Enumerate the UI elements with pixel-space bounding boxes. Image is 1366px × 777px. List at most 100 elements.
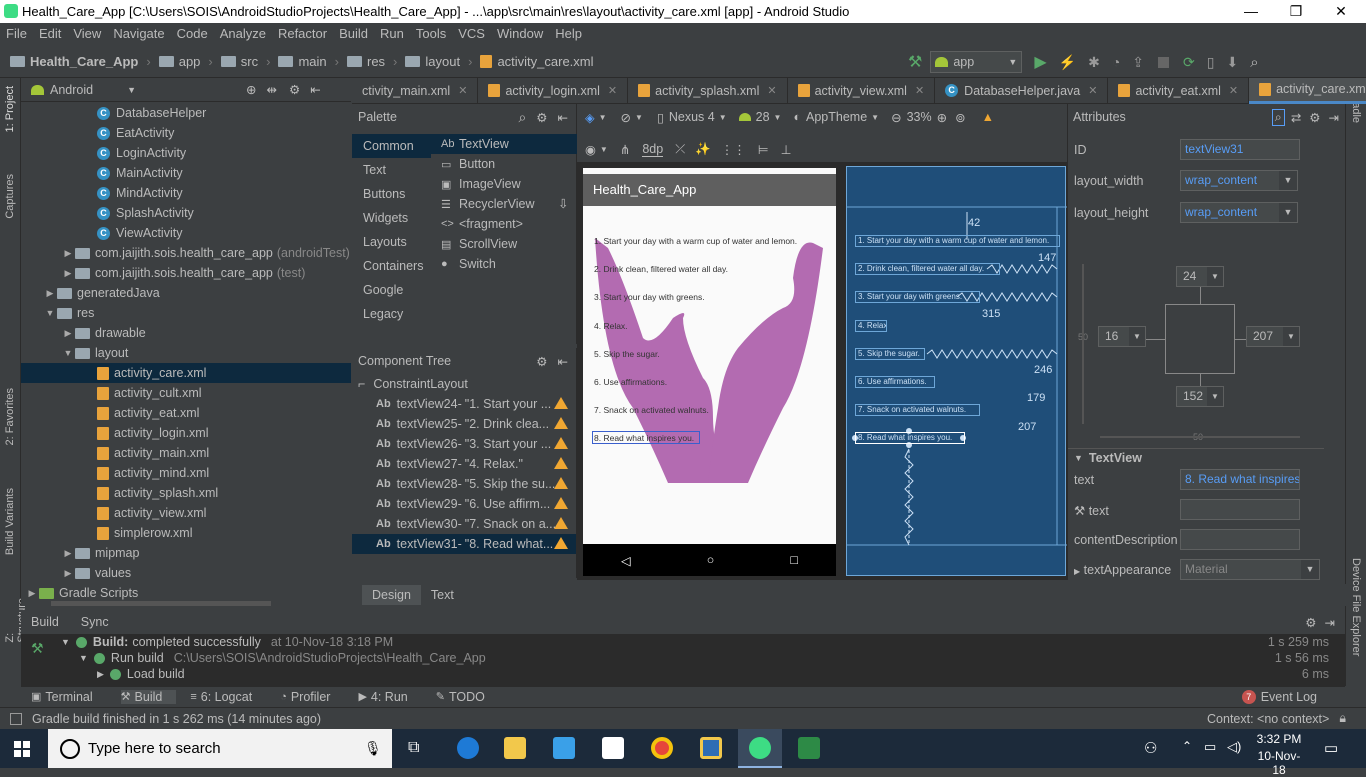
- palette-item[interactable]: Ab TextView: [431, 134, 577, 154]
- blueprint-textview[interactable]: 2. Drink clean, filtered water all day.: [855, 263, 1000, 276]
- chevron-down-icon[interactable]: ▼: [79, 653, 88, 663]
- close-tab-icon[interactable]: ✕: [767, 84, 776, 97]
- palette-item[interactable]: ● Switch: [431, 254, 577, 274]
- tree-item[interactable]: activity_login.xml: [21, 423, 351, 443]
- blueprint-textview[interactable]: 6. Use affirmations.: [855, 376, 935, 388]
- chevron-down-icon[interactable]: ▼: [599, 113, 607, 122]
- margin-right-select[interactable]: 207: [1246, 326, 1300, 347]
- tool-window-logcat[interactable]: ≡ 6: Logcat: [190, 690, 266, 704]
- palette-category-legacy[interactable]: Legacy: [352, 302, 431, 326]
- warning-icon[interactable]: [554, 517, 568, 529]
- infer-constraints-icon[interactable]: ✨: [695, 142, 711, 157]
- chevron-right-icon[interactable]: ▶: [61, 248, 75, 259]
- chevron-down-icon[interactable]: ▼: [774, 113, 782, 122]
- margin-value[interactable]: 8dp: [642, 142, 664, 157]
- breadcrumb-item[interactable]: layout ›: [405, 54, 472, 69]
- microphone-icon[interactable]: 🎙︎: [364, 740, 382, 757]
- clear-constraints-icon[interactable]: ⤫: [675, 142, 685, 157]
- pack-icon[interactable]: ⋮⋮: [721, 142, 746, 157]
- close-tab-icon[interactable]: ✕: [458, 84, 467, 97]
- chevron-right-icon[interactable]: ▶: [25, 588, 39, 599]
- tool-window-terminal[interactable]: ▣ Terminal: [31, 690, 107, 704]
- chevron-right-icon[interactable]: ▶: [61, 548, 75, 559]
- phone-textview[interactable]: 3. Start your day with greens.: [594, 292, 705, 302]
- horizontal-scrollbar[interactable]: [51, 601, 271, 606]
- apply-changes-icon[interactable]: ⚡: [1059, 54, 1076, 71]
- avd-manager-icon[interactable]: ▯: [1207, 54, 1215, 71]
- gear-icon[interactable]: ⚙: [536, 354, 547, 369]
- menu-analyze[interactable]: Analyze: [214, 23, 272, 45]
- chevron-down-icon[interactable]: ▼: [61, 348, 75, 358]
- warning-icon[interactable]: [554, 537, 568, 549]
- breadcrumb-item[interactable]: Health_Care_App ›: [10, 54, 151, 69]
- menu-help[interactable]: Help: [549, 23, 588, 45]
- phone-textview[interactable]: 6. Use affirmations.: [594, 377, 667, 387]
- tree-item[interactable]: activity_cult.xml: [21, 383, 351, 403]
- chevron-down-icon[interactable]: ▼: [61, 637, 70, 647]
- close-tab-icon[interactable]: ✕: [915, 84, 924, 97]
- project-view-select[interactable]: Android: [50, 83, 93, 97]
- build-row[interactable]: ▶ Load build 6 ms: [21, 666, 1345, 682]
- tree-item[interactable]: ▶ mipmap: [21, 543, 351, 563]
- tree-item[interactable]: activity_care.xml: [21, 363, 351, 383]
- file-explorer-icon[interactable]: [504, 737, 526, 759]
- search-icon[interactable]: ⌕: [1271, 108, 1285, 126]
- editor-tab[interactable]: activity_eat.xml ✕: [1108, 77, 1250, 104]
- search-box[interactable]: Type here to search: [48, 729, 392, 768]
- margin-bottom-select[interactable]: 152: [1176, 386, 1224, 407]
- tool-window-todo[interactable]: ✎ TODO: [436, 690, 499, 704]
- palette-category-buttons[interactable]: Buttons: [352, 182, 431, 206]
- text-field[interactable]: 8. Read what inspires: [1180, 469, 1300, 490]
- search-icon[interactable]: ⌕: [518, 109, 526, 126]
- clock-date[interactable]: 10-Nov-18: [1251, 749, 1307, 777]
- palette-item[interactable]: ▣ ImageView: [431, 174, 577, 194]
- palette-category-containers[interactable]: Containers: [352, 254, 431, 278]
- breadcrumb-item[interactable]: src ›: [220, 54, 270, 69]
- palette-item[interactable]: ▭ Button: [431, 154, 577, 174]
- people-icon[interactable]: ⚇: [1144, 739, 1157, 757]
- tree-item[interactable]: ▶ drawable: [21, 323, 351, 343]
- blueprint-view[interactable]: [846, 166, 1067, 576]
- profile-icon[interactable]: ◔: [1112, 54, 1120, 70]
- tree-item[interactable]: activity_main.xml: [21, 443, 351, 463]
- tree-item[interactable]: C SplashActivity: [21, 203, 351, 223]
- hide-icon[interactable]: ⇥: [1325, 615, 1335, 630]
- phone-textview[interactable]: 7. Snack on activated walnuts.: [594, 405, 709, 415]
- windows-start-icon[interactable]: [14, 741, 30, 757]
- orientation-icon[interactable]: ⊘: [621, 110, 631, 125]
- menu-refactor[interactable]: Refactor: [272, 23, 333, 45]
- tree-item[interactable]: C EatActivity: [21, 123, 351, 143]
- volume-icon[interactable]: ◁): [1227, 739, 1241, 755]
- phone-preview[interactable]: [583, 168, 836, 576]
- collapse-icon[interactable]: ⇹: [267, 82, 277, 97]
- editor-tab[interactable]: ctivity_main.xml ✕: [352, 77, 479, 104]
- status-toggle-icon[interactable]: [10, 712, 22, 725]
- zoom-fit-icon[interactable]: ⊚: [955, 110, 965, 125]
- blueprint-textview[interactable]: 8. Read what inspires you.: [855, 432, 965, 445]
- event-log-button[interactable]: 7 Event Log: [1241, 689, 1331, 704]
- editor-tab[interactable]: C DatabaseHelper.java ✕: [935, 77, 1109, 104]
- tree-item[interactable]: ▼ res: [21, 303, 351, 323]
- phone-textview[interactable]: 4. Relax.: [594, 321, 628, 331]
- tree-item[interactable]: ▶ com.jaijith.sois.health_care_app (test): [21, 263, 351, 283]
- palette-item[interactable]: ▤ ScrollView: [431, 234, 577, 254]
- chevron-down-icon[interactable]: ▼: [127, 85, 136, 95]
- warning-icon[interactable]: ▲: [982, 110, 994, 124]
- tree-item[interactable]: ▶ generatedJava: [21, 283, 351, 303]
- build-row[interactable]: ▼ Run build C:\Users\SOIS\AndroidStudioPro…: [21, 650, 1345, 666]
- theme-select[interactable]: AppTheme: [806, 110, 867, 124]
- close-button[interactable]: ✕: [1318, 0, 1364, 23]
- store-icon[interactable]: [553, 737, 575, 759]
- layout-width-select[interactable]: wrap_content: [1180, 170, 1298, 191]
- captures-tool-tab[interactable]: Captures: [4, 174, 16, 219]
- align-icon[interactable]: ⊨: [758, 142, 769, 157]
- tree-item[interactable]: ▶ Gradle Scripts: [21, 583, 351, 603]
- recents-icon[interactable]: □: [790, 553, 798, 567]
- palette-item[interactable]: <> <fragment>: [431, 214, 577, 234]
- menu-file[interactable]: File: [0, 23, 33, 45]
- breadcrumb-item[interactable]: app ›: [158, 54, 213, 69]
- editor-tab[interactable]: activity_care.xml✕: [1249, 77, 1366, 104]
- android-studio-taskbar-button[interactable]: [738, 729, 782, 768]
- editor-tab[interactable]: activity_login.xml ✕: [478, 77, 629, 104]
- sync-icon[interactable]: ⟳: [1183, 54, 1195, 71]
